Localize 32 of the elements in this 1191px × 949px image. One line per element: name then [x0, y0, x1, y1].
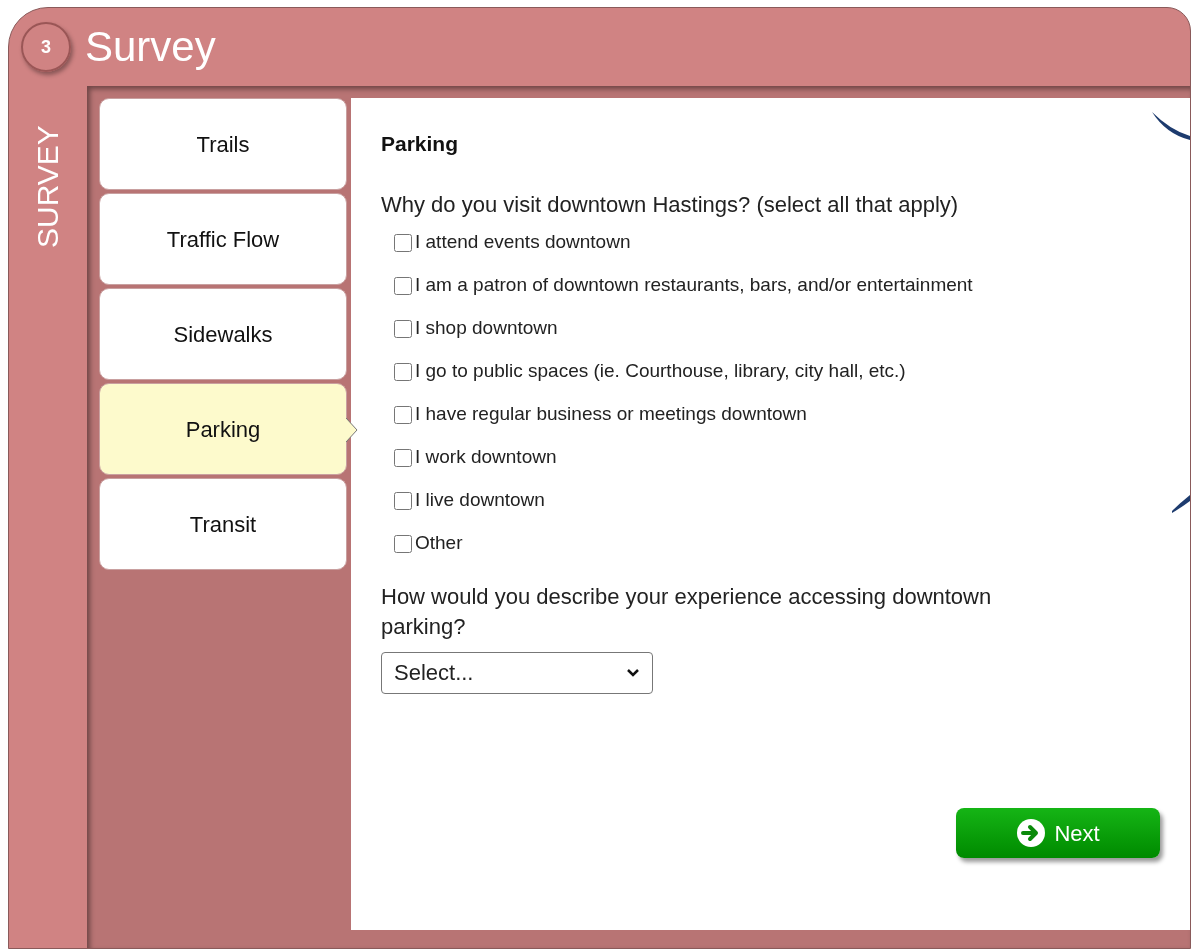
section-heading: Parking: [381, 131, 460, 157]
option-label: I work downtown: [415, 445, 557, 470]
option-label: Other: [415, 531, 463, 556]
checkbox[interactable]: [394, 319, 412, 338]
pointer-icon: [346, 418, 358, 442]
option-label: I shop downtown: [415, 316, 558, 341]
option-label: I am a patron of downtown restaurants, bars, and/or entertainment: [415, 273, 973, 298]
checkbox[interactable]: [394, 491, 412, 510]
question-text: How would you describe your experience accessing downtown parking?: [381, 582, 993, 641]
side-label: SURVEY: [33, 124, 63, 248]
survey-tab[interactable]: Trails: [99, 98, 347, 190]
checkbox[interactable]: [394, 448, 412, 467]
checkbox[interactable]: [394, 534, 412, 553]
dropdown-select[interactable]: Select...: [381, 651, 653, 694]
question-text: Why do you visit downtown Hastings? (select all that apply): [381, 190, 960, 219]
next-button[interactable]: Next: [956, 808, 1160, 858]
checkbox[interactable]: [394, 362, 412, 381]
checkbox[interactable]: [394, 405, 412, 424]
checkbox[interactable]: [394, 233, 412, 252]
option-label: I have regular business or meetings downtown: [415, 402, 807, 427]
chevron-down-icon: [626, 667, 640, 678]
option-label: I live downtown: [415, 488, 545, 513]
arrow-circle-icon: [1016, 818, 1047, 848]
step-number: 3: [21, 22, 71, 72]
survey-tab[interactable]: Traffic Flow: [99, 193, 347, 285]
option-label: I attend events downtown: [415, 230, 631, 255]
checkbox[interactable]: [394, 276, 412, 295]
page-title: Survey: [85, 26, 216, 68]
survey-tab[interactable]: Transit: [99, 478, 347, 570]
swoosh-drawing: [1172, 493, 1190, 515]
option-label: I go to public spaces (ie. Courthouse, library, city hall, etc.): [415, 359, 906, 384]
survey-tab[interactable]: Sidewalks: [99, 288, 347, 380]
